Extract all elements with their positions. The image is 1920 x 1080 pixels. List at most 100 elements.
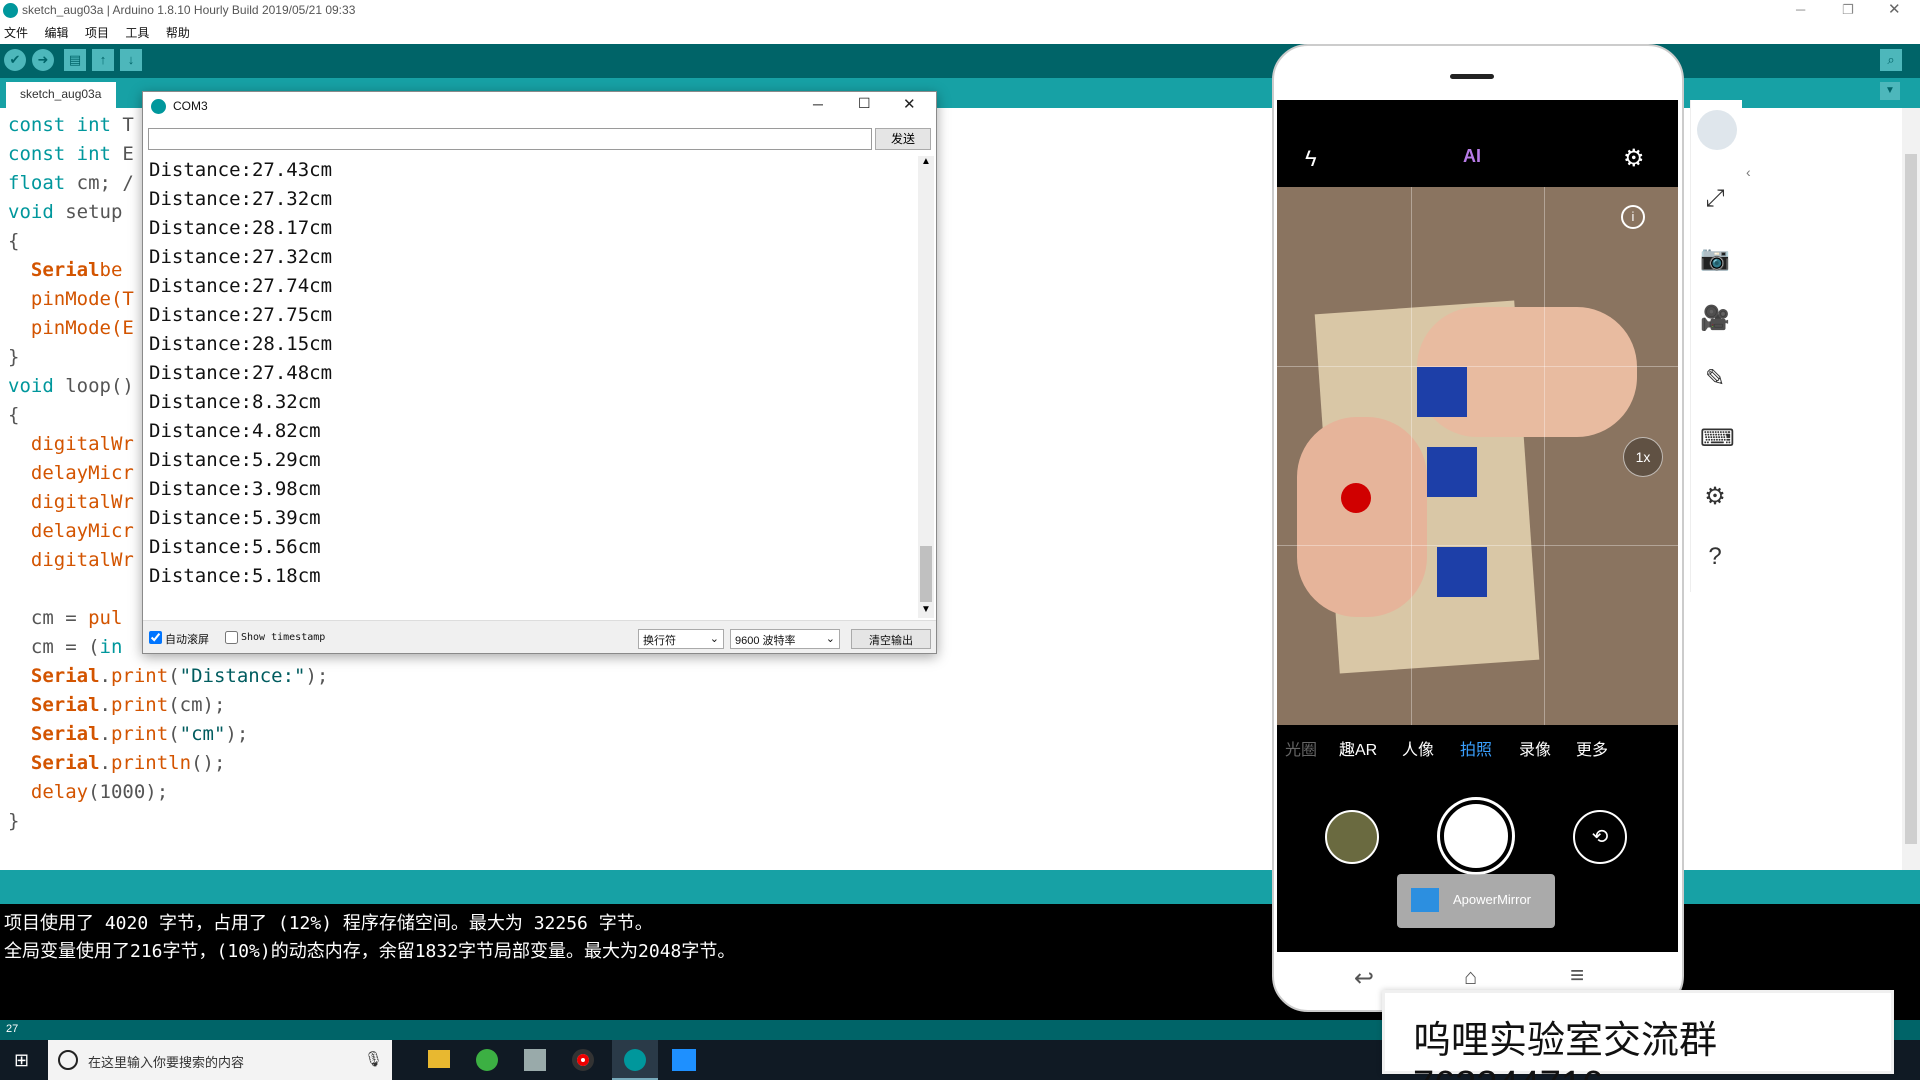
autoscroll-checkbox[interactable]	[149, 631, 162, 644]
mode-ar[interactable]: 趣AR	[1339, 736, 1377, 760]
code-line: Serial.print("cm");	[30, 723, 249, 745]
file-explorer-icon[interactable]	[428, 1050, 450, 1068]
serial-monitor-icon[interactable]: ⌕	[1880, 49, 1902, 71]
tab-sketch[interactable]: sketch_aug03a	[6, 82, 116, 108]
code-line: cm = (in	[8, 636, 123, 658]
code-line: const int E	[8, 143, 134, 165]
line-ending-select[interactable]: 换行符 ⌄	[638, 629, 724, 649]
shutter-button[interactable]	[1440, 800, 1512, 872]
serial-maximize-icon[interactable]: ☐	[858, 95, 871, 112]
keyboard-icon[interactable]: ⌨	[1700, 424, 1735, 454]
code-line: {	[8, 230, 20, 252]
menu-edit[interactable]: 编辑	[44, 24, 68, 41]
clear-output-button[interactable]: 清空输出	[851, 629, 931, 649]
send-button[interactable]: 发送	[875, 128, 931, 150]
verify-icon[interactable]: ✔	[4, 49, 26, 71]
open-sketch-icon[interactable]: ↑	[92, 49, 114, 71]
microphone-icon[interactable]: 🎙	[364, 1050, 383, 1068]
ai-icon[interactable]: AI	[1463, 146, 1481, 167]
code-line: delayMicr	[8, 462, 134, 484]
windows-start-icon[interactable]: ⊞	[14, 1050, 29, 1071]
collapse-icon[interactable]: ‹	[1746, 164, 1751, 180]
code-line: Serial.println();	[30, 752, 226, 774]
mode-photo[interactable]: 拍照	[1460, 736, 1492, 760]
flash-off-icon[interactable]: ϟ	[1305, 146, 1317, 172]
menu-help[interactable]: 帮助	[166, 24, 190, 41]
fullscreen-icon[interactable]: ⤢	[1700, 184, 1730, 214]
settings-icon[interactable]: ⚙	[1700, 482, 1730, 512]
home-icon[interactable]: ⌂	[1464, 964, 1477, 990]
apowermirror-watermark: ApowerMirror	[1397, 874, 1555, 928]
serial-output-line: Distance:27.48cm	[149, 362, 333, 384]
mode-video[interactable]: 录像	[1519, 736, 1551, 760]
code-line: digitalWr	[8, 433, 134, 455]
chevron-down-icon: ⌄	[709, 633, 719, 645]
apowermirror-taskbar-icon[interactable]	[672, 1049, 696, 1071]
servo-shape	[1437, 547, 1487, 597]
servo-shape	[1417, 367, 1467, 417]
timestamp-checkbox[interactable]	[225, 631, 238, 644]
avatar[interactable]	[1697, 110, 1737, 150]
camera-mode-bar: 光圈 趣AR 人像 拍照 录像 更多	[1277, 730, 1678, 770]
serial-send-input[interactable]	[148, 128, 872, 150]
info-icon[interactable]: i	[1621, 205, 1645, 229]
code-line: cm = pul	[8, 607, 123, 629]
mode-more[interactable]: 更多	[1576, 736, 1608, 760]
camera-viewfinder[interactable]: i 1x	[1277, 187, 1678, 725]
tab-menu-icon[interactable]: ▼	[1880, 82, 1900, 100]
window-title: sketch_aug03a | Arduino 1.8.10 Hourly Bu…	[22, 3, 356, 17]
new-sketch-icon[interactable]: ▤	[64, 49, 86, 71]
timestamp-label: Show timestamp	[241, 632, 326, 643]
menu-file[interactable]: 文件	[4, 24, 28, 41]
scroll-up-icon[interactable]: ▲	[921, 156, 931, 167]
code-line: pinMode(T	[8, 288, 134, 310]
serial-output-line: Distance:27.75cm	[149, 304, 333, 326]
hand-shape	[1297, 417, 1427, 617]
switch-camera-icon[interactable]: ⟲	[1573, 810, 1627, 864]
menu-icon[interactable]: ≡	[1570, 962, 1584, 990]
taskbar-search[interactable]: 在这里输入你要搜索的内容 🎙	[48, 1040, 392, 1080]
serial-close-icon[interactable]: ✕	[903, 95, 916, 113]
phone-speaker	[1450, 74, 1494, 79]
grid-line	[1277, 545, 1678, 546]
baud-rate-select[interactable]: 9600 波特率 ⌄	[730, 629, 840, 649]
scroll-thumb[interactable]	[1905, 154, 1917, 844]
code-line: pinMode(E	[8, 317, 134, 339]
back-icon[interactable]: ↩	[1354, 964, 1374, 993]
restore-icon[interactable]: ❐	[1842, 2, 1854, 18]
minimize-icon[interactable]: ─	[1796, 2, 1805, 17]
upload-icon[interactable]: ➜	[32, 49, 54, 71]
app-icon[interactable]	[524, 1049, 546, 1071]
serial-monitor-window: COM3 ─ ☐ ✕ 发送 Distance:27.43cm Distance:2…	[142, 91, 937, 654]
save-sketch-icon[interactable]: ↓	[120, 49, 142, 71]
screenshot-icon[interactable]: 📷	[1700, 244, 1730, 274]
record-icon[interactable]	[572, 1049, 594, 1071]
menu-sketch[interactable]: 项目	[85, 24, 109, 41]
code-line: digitalWr	[8, 549, 134, 571]
mode-aperture[interactable]: 光圈	[1285, 736, 1317, 760]
serial-output: Distance:27.43cm Distance:27.32cm Distance…	[145, 156, 918, 617]
editor-scrollbar[interactable]	[1902, 108, 1920, 870]
serial-output-line: Distance:8.32cm	[149, 391, 321, 413]
zoom-button[interactable]: 1x	[1623, 437, 1663, 477]
serial-scrollbar[interactable]: ▲ ▼	[918, 156, 934, 618]
menu-tools[interactable]: 工具	[125, 24, 149, 41]
serial-minimize-icon[interactable]: ─	[813, 96, 823, 112]
gallery-thumbnail[interactable]	[1325, 810, 1379, 864]
camera-settings-icon[interactable]: ⚙	[1623, 144, 1645, 173]
whiteboard-icon[interactable]: ✎	[1700, 364, 1730, 394]
scroll-down-icon[interactable]: ▼	[921, 604, 931, 615]
code-line: delayMicr	[8, 520, 134, 542]
menu-bar: 文件 编辑 项目 工具 帮助	[0, 22, 1920, 42]
help-icon[interactable]: ?	[1700, 542, 1730, 572]
servo-shape	[1427, 447, 1477, 497]
browser-icon[interactable]	[476, 1049, 498, 1071]
mode-portrait[interactable]: 人像	[1402, 736, 1434, 760]
close-icon[interactable]: ✕	[1888, 0, 1901, 18]
serial-output-line: Distance:28.17cm	[149, 217, 333, 239]
record-video-icon[interactable]: 🎥	[1700, 304, 1730, 334]
grid-line	[1544, 187, 1545, 725]
serial-scroll-thumb[interactable]	[920, 546, 932, 602]
group-caption: 呜哩实验室交流群763344716	[1382, 990, 1894, 1080]
serial-output-line: Distance:27.74cm	[149, 275, 333, 297]
